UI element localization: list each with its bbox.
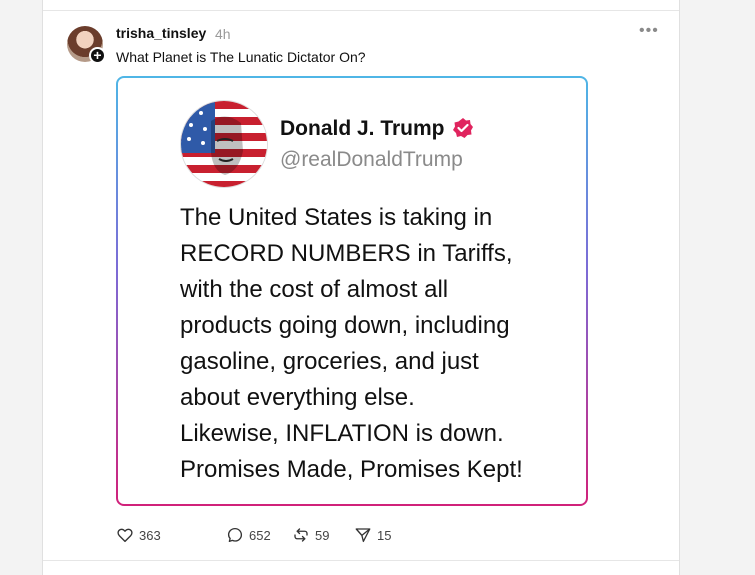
tweet-body-text: The United States is taking in RECORD NU… xyxy=(180,204,523,483)
divider-top xyxy=(43,10,679,11)
embedded-image-card[interactable]: Donald J. Trump @realDonaldTrump The Uni… xyxy=(116,76,588,506)
share-count: 15 xyxy=(377,527,392,543)
reply-button[interactable]: 652 xyxy=(226,526,271,544)
share-icon xyxy=(355,528,371,543)
more-options-icon[interactable]: ••• xyxy=(639,22,659,40)
tweet-handle: @realDonaldTrump xyxy=(280,148,463,171)
like-button[interactable]: 363 xyxy=(116,526,161,544)
heart-icon xyxy=(117,528,133,543)
comment-icon xyxy=(227,527,243,543)
divider-bottom xyxy=(43,560,679,561)
tweet-screenshot: Donald J. Trump @realDonaldTrump The Uni… xyxy=(118,78,586,504)
repost-button[interactable]: 59 xyxy=(292,526,329,544)
tweet-author-name: Donald J. Trump xyxy=(280,117,445,140)
repost-count: 59 xyxy=(315,527,330,543)
tweet-avatar xyxy=(180,100,268,188)
reply-count: 652 xyxy=(249,527,271,543)
username[interactable]: trisha_tinsley xyxy=(116,25,206,41)
like-count: 363 xyxy=(139,527,161,543)
feed-column: + trisha_tinsley 4h ••• What Planet is T… xyxy=(42,0,680,575)
post-text: What Planet is The Lunatic Dictator On? xyxy=(116,49,366,65)
repost-icon xyxy=(294,528,308,542)
post-time: 4h xyxy=(215,26,231,42)
share-button[interactable]: 15 xyxy=(354,526,391,544)
verified-badge-icon xyxy=(452,117,474,144)
follow-plus-icon[interactable]: + xyxy=(89,47,106,64)
